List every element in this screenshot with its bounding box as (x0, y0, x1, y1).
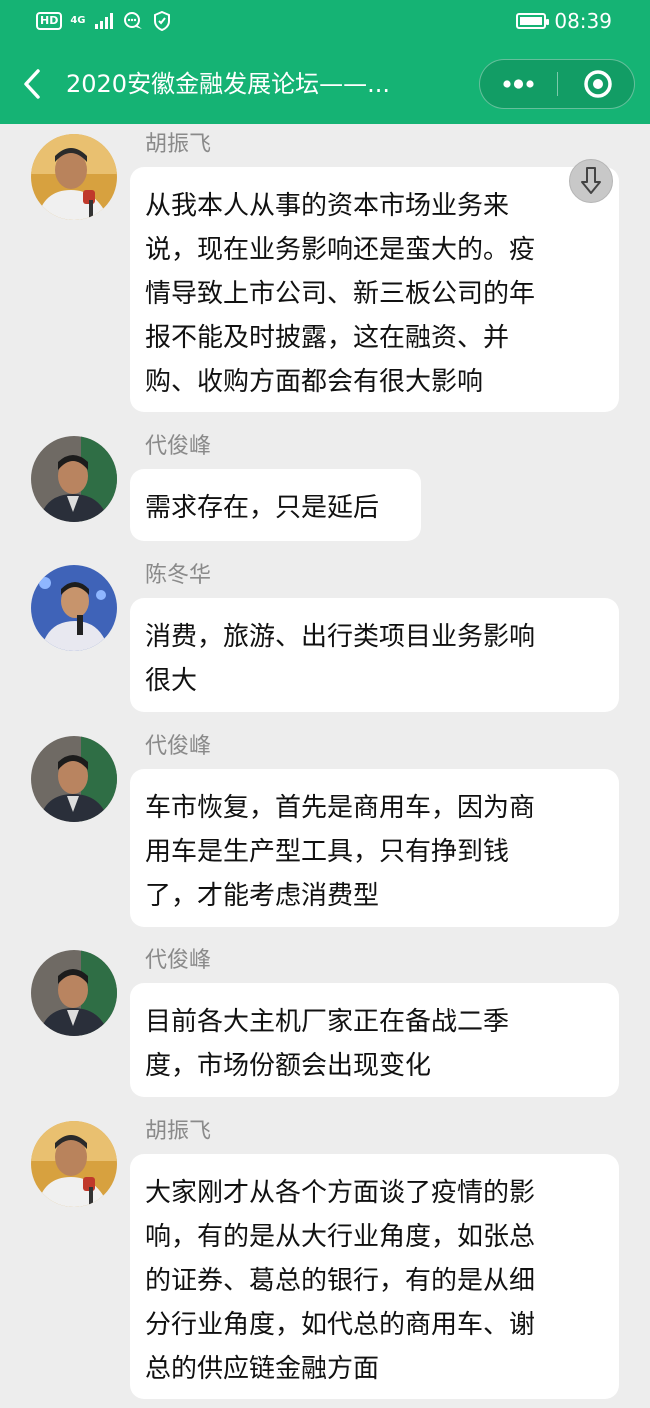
sender-name: 代俊峰 (145, 734, 212, 759)
message-bubble[interactable]: 从我本人从事的资本市场业务来 说，现在业务影响还是蛮大的。疫 情导致上市公司、新… (130, 167, 619, 412)
battery-icon (516, 13, 550, 29)
arrow-down-icon (581, 167, 601, 194)
sender-name: 胡振飞 (145, 132, 212, 157)
avatar[interactable] (31, 134, 117, 220)
avatar[interactable] (31, 565, 117, 651)
signal-icon (94, 13, 113, 29)
app-header: HD 4G 08:39 2020安徽金融发展论坛——... (0, 0, 650, 124)
shield-icon (153, 11, 170, 31)
page-title: 2020安徽金融发展论坛——... (66, 70, 390, 98)
more-options-icon[interactable] (480, 60, 557, 108)
avatar[interactable] (31, 436, 117, 522)
message-bubble[interactable]: 消费，旅游、出行类项目业务影响 很大 (130, 598, 619, 712)
status-right: 08:39 (516, 9, 612, 33)
back-arrow-icon[interactable] (18, 66, 48, 102)
status-bar: HD 4G 08:39 (0, 0, 650, 44)
message-bubble[interactable]: 车市恢复，首先是商用车，因为商 用车是生产型工具，只有挣到钱 了，才能考虑消费型 (130, 769, 619, 927)
status-left: HD 4G (36, 11, 172, 31)
miniprogram-capsule (479, 59, 635, 109)
nav-bar: 2020安徽金融发展论坛——... (0, 44, 650, 124)
sender-name: 代俊峰 (145, 434, 212, 459)
message-bubble[interactable]: 目前各大主机厂家正在备战二季 度，市场份额会出现变化 (130, 983, 619, 1097)
network-label: 4G (70, 15, 86, 26)
chat-feed[interactable]: 胡振飞 从我本人从事的资本市场业务来 说，现在业务影响还是蛮大的。疫 情导致上市… (0, 124, 650, 1408)
close-miniprogram-icon[interactable] (558, 60, 635, 108)
chat-bubble-icon (123, 12, 142, 29)
avatar[interactable] (31, 1121, 117, 1207)
sender-name: 胡振飞 (145, 1119, 212, 1144)
message-bubble[interactable]: 大家刚才从各个方面谈了疫情的影 响，有的是从大行业角度，如张总 的证券、葛总的银… (130, 1154, 619, 1399)
message-bubble[interactable]: 需求存在，只是延后 (130, 469, 421, 541)
scroll-down-button[interactable] (569, 159, 613, 203)
avatar[interactable] (31, 736, 117, 822)
avatar[interactable] (31, 950, 117, 1036)
sender-name: 代俊峰 (145, 948, 212, 973)
sender-name: 陈冬华 (145, 563, 212, 588)
hd-badge: HD (36, 12, 63, 30)
status-time: 08:39 (554, 9, 612, 33)
